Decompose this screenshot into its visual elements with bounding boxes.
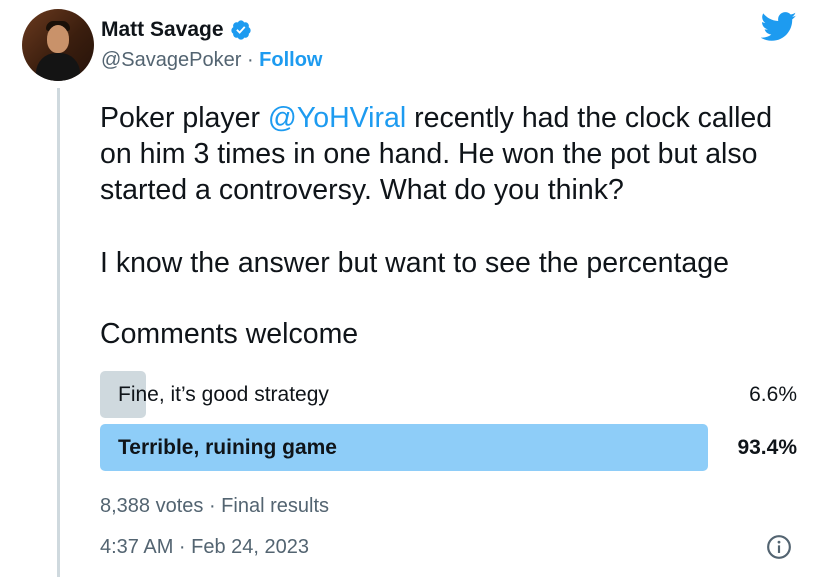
info-icon[interactable]	[766, 534, 792, 560]
poll-votes: 8,388 votes · Final results	[100, 495, 329, 517]
thread-line	[57, 88, 60, 577]
poll-option-1-label: Fine, it’s good strategy	[118, 383, 329, 406]
avatar-suit	[36, 53, 80, 81]
author-name[interactable]: Matt Savage	[101, 18, 224, 42]
poll-option-2: Terrible, ruining game 93.4%	[100, 424, 797, 471]
poll-option-2-label: Terrible, ruining game	[118, 436, 337, 459]
avatar[interactable]	[22, 9, 94, 81]
follow-button[interactable]: Follow	[259, 49, 322, 71]
twitter-bird-icon[interactable]	[761, 12, 797, 42]
avatar-face	[47, 25, 69, 53]
verified-badge-icon	[230, 20, 251, 40]
author-name-row: Matt Savage	[101, 18, 252, 42]
author-handle-row: @SavagePoker · Follow	[101, 49, 323, 72]
poll-option-1-percent: 6.6%	[749, 383, 797, 406]
tweet-paragraph-2: I know the answer but want to see the pe…	[100, 247, 729, 279]
handle-separator: ·	[241, 49, 260, 71]
author-handle[interactable]: @SavagePoker	[101, 49, 241, 71]
tweet-paragraph-3: Comments welcome	[100, 318, 359, 350]
tweet-timestamp[interactable]: 4:37 AM · Feb 24, 2023	[100, 536, 309, 559]
tweet-paragraph-1: Poker player @YoHViral recently had the …	[100, 100, 805, 208]
mention-link[interactable]: @YoHViral	[268, 102, 406, 134]
tweet-text: Poker player @YoHViral recently had the …	[100, 100, 805, 352]
tweet-line1-pre: Poker player	[100, 102, 268, 134]
poll-option-2-percent: 93.4%	[737, 436, 797, 459]
poll-option-1: Fine, it’s good strategy 6.6%	[100, 371, 797, 418]
